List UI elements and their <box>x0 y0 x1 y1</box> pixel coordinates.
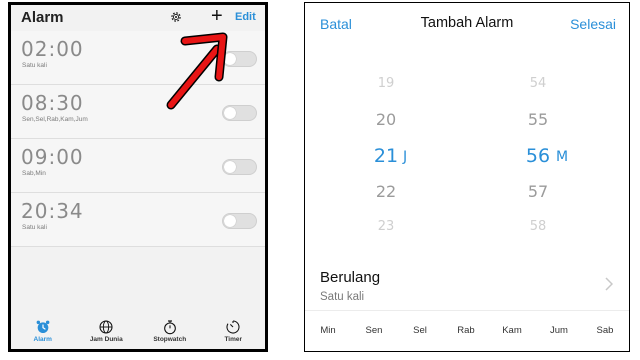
nav-stopwatch[interactable]: Stopwatch <box>140 317 200 347</box>
nav-label: Timer <box>224 336 243 343</box>
toggle-knob <box>224 215 236 227</box>
alarm-clock-icon <box>36 320 50 333</box>
alarm-repeat: Sab,Min <box>22 170 46 177</box>
picker-value: 54 <box>529 76 547 91</box>
repeat-value: Satu kali <box>320 291 365 303</box>
picker-value: 20 <box>375 110 397 129</box>
day-toggle[interactable]: Jum <box>539 325 579 336</box>
nav-world-clock[interactable]: Jam Dunia <box>76 317 136 347</box>
divider <box>305 310 629 311</box>
alarm-time: 08:30 <box>21 91 84 115</box>
day-toggle[interactable]: Min <box>308 325 348 336</box>
nav-label: Jam Dunia <box>89 336 123 343</box>
alarm-toggle[interactable] <box>222 213 257 229</box>
alarm-row[interactable]: 20:34 Satu kali <box>11 193 265 247</box>
picker-value: 58 <box>529 219 547 234</box>
nav-timer[interactable]: Timer <box>203 317 263 347</box>
gear-icon[interactable] <box>169 10 183 24</box>
nav-label: Alarm <box>33 336 52 343</box>
page-title: Alarm <box>21 9 64 26</box>
minute-unit-label: M <box>556 149 569 165</box>
alarm-repeat: Satu kali <box>22 224 47 231</box>
add-alarm-screen: Batal Tambah Alarm Selesai 19 20 21 22 2… <box>304 2 630 352</box>
day-toggle[interactable]: Sen <box>354 325 394 336</box>
day-toggle[interactable]: Sab <box>585 325 625 336</box>
nav-label: Stopwatch <box>153 336 187 343</box>
alarm-repeat: Sen,Sel,Rab,Kam,Jum <box>22 116 88 123</box>
hour-unit-label: J <box>403 149 408 165</box>
alarm-time: 02:00 <box>21 37 84 61</box>
timer-icon <box>226 320 240 334</box>
alarm-list-screen: Alarm + Edit 02:00 Satu kali 08:30 Sen,S… <box>8 2 268 352</box>
add-alarm-button[interactable]: + <box>211 6 223 26</box>
stopwatch-icon <box>163 320 176 335</box>
nav-alarm[interactable]: Alarm <box>13 317 73 347</box>
done-button[interactable]: Selesai <box>570 16 616 32</box>
alarm-repeat: Satu kali <box>22 62 47 69</box>
picker-value: 23 <box>377 219 395 234</box>
day-toggle[interactable]: Rab <box>446 325 486 336</box>
day-toggle[interactable]: Sel <box>400 325 440 336</box>
picker-value: 57 <box>527 182 549 201</box>
toggle-knob <box>224 161 236 173</box>
bottom-nav: Alarm Jam Dunia Stopwatch Timer <box>11 317 265 349</box>
alarm-row[interactable]: 09:00 Sab,Min <box>11 139 265 193</box>
picker-value: 22 <box>375 182 397 201</box>
red-arrow-icon <box>166 32 228 110</box>
repeat-title: Berulang <box>320 269 381 286</box>
globe-icon <box>99 320 113 334</box>
day-toggle[interactable]: Kam <box>492 325 532 336</box>
picker-value: 55 <box>527 110 549 129</box>
alarm-time: 20:34 <box>21 199 84 223</box>
picker-value: 19 <box>377 76 395 91</box>
chevron-right-icon <box>605 277 613 291</box>
alarm-time: 09:00 <box>21 145 84 169</box>
edit-button[interactable]: Edit <box>235 11 256 23</box>
alarm-toggle[interactable] <box>222 159 257 175</box>
